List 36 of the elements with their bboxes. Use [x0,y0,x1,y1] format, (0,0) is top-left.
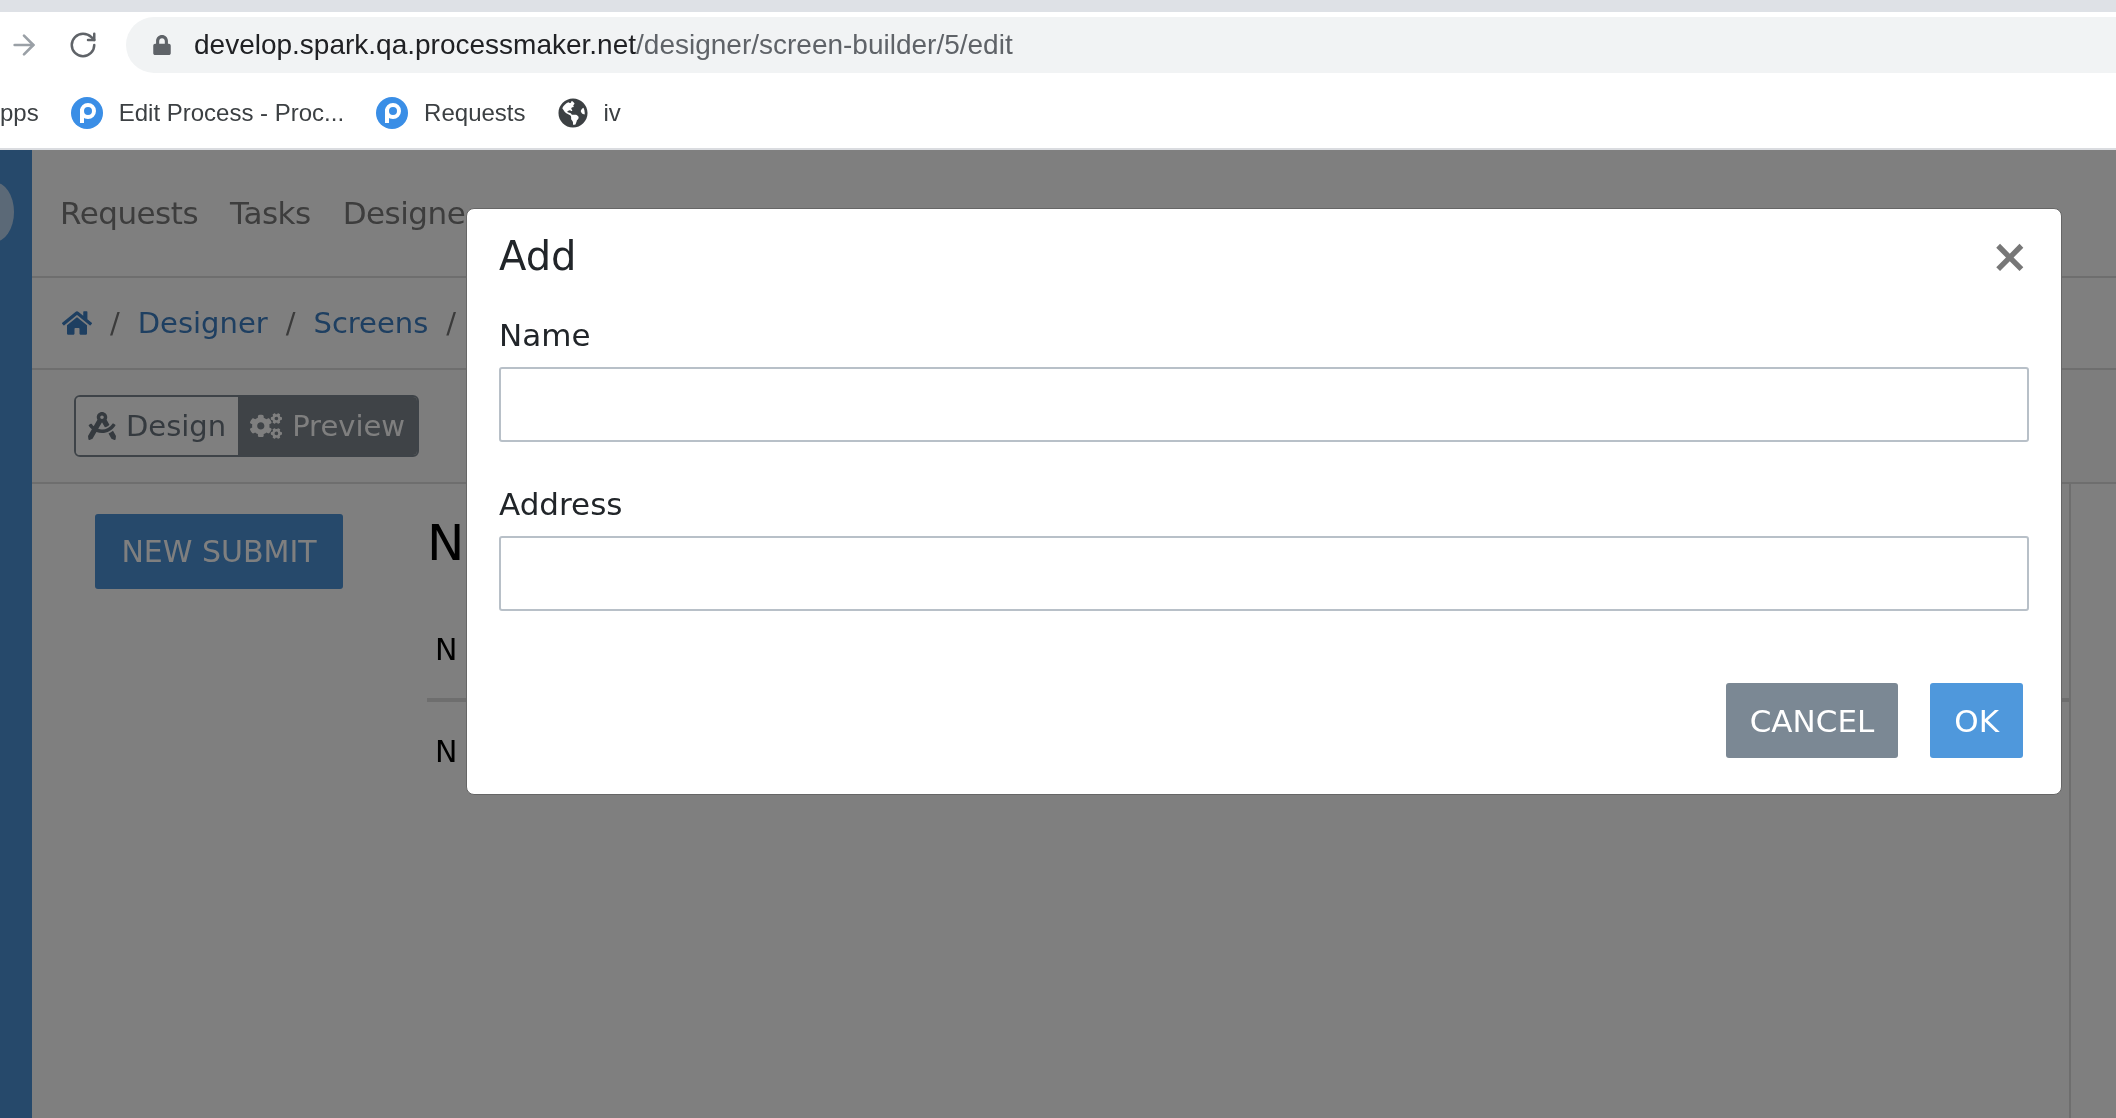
nav-link[interactable]: Tasks [230,195,311,231]
lock-icon [152,35,172,55]
globe-icon [557,98,588,128]
submit-button[interactable]: NEW SUBMIT [95,514,343,589]
nav-link[interactable]: Requests [60,195,199,231]
breadcrumb-link[interactable]: Screens [313,306,429,340]
row-text: N [435,733,458,769]
row-text: N [435,631,458,667]
url-path: /designer/screen-builder/5/edit [636,29,1013,61]
breadcrumb-link[interactable]: Designer [137,306,268,340]
input-field[interactable] [499,367,2029,442]
mode-button[interactable]: Preview [238,397,418,455]
home-icon[interactable] [62,308,92,338]
reload-icon[interactable] [68,30,98,60]
bookmark[interactable]: iv [557,98,621,128]
bookmark[interactable]: pps [0,99,39,127]
address-bar[interactable]: develop.spark.qa.processmaker.net/designer/screen-builder/5/edit [126,17,2116,73]
nav-link[interactable]: Designe [342,195,466,231]
close-button[interactable]: × [1990,233,2029,279]
breadcrumb-separator: / [110,306,120,340]
dialog-title: Add [499,233,577,279]
gears-icon [250,410,283,442]
logo-icon [70,97,103,129]
bookmark[interactable]: Requests [376,97,526,129]
breadcrumb-separator: / [446,306,457,340]
bookmark[interactable]: Edit Process - Proc... [70,97,345,129]
heading: N [427,514,465,574]
field-label: Name [499,317,591,353]
field-label: Address [499,486,623,522]
ok-button[interactable]: OK [1930,683,2023,758]
logo-icon [376,97,409,129]
breadcrumb-separator: / [285,306,296,340]
cancel-button[interactable]: CANCEL [1725,683,1899,758]
input-field[interactable] [499,536,2029,611]
url-host: develop.spark.qa.processmaker.net [194,29,637,61]
compass-icon [88,412,116,440]
